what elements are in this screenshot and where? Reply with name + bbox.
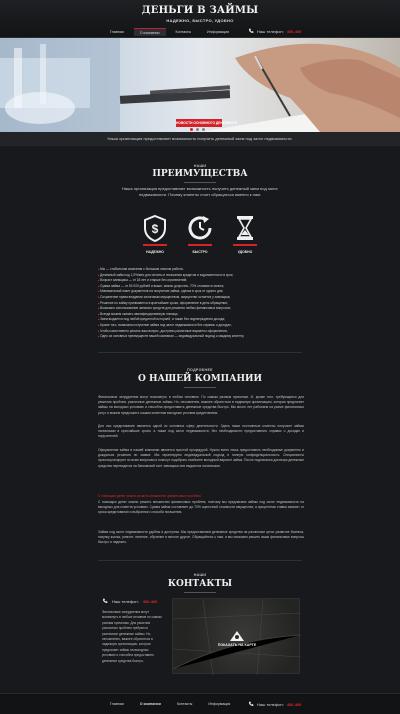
site-title[interactable]: ДЕНЬГИ В ЗАЙМЫ [0, 5, 400, 16]
section-divider [98, 352, 302, 353]
nav-contacts[interactable]: Контакты [170, 28, 198, 36]
site-tagline: НАДЕЖНО, БЫСТРО, УДОБНО [166, 18, 234, 23]
section-divider [184, 182, 216, 183]
accent-bar [233, 244, 257, 246]
footer-nav-info[interactable]: Информация [202, 700, 236, 708]
phone-number[interactable]: 400-400 [287, 702, 302, 707]
footer-nav: Главная О компании Контакты Информация [104, 700, 236, 708]
contacts-kicker: НАШИ [193, 573, 207, 577]
main-nav: Главная О компании Контакты Информация [104, 28, 235, 37]
section-divider [184, 592, 216, 593]
footer-nav-home[interactable]: Главная [104, 700, 130, 708]
footer-nav-contacts[interactable]: Контакты [171, 700, 199, 708]
contacts-phone: Наш телефон: 400-400 [102, 598, 157, 604]
phone-icon [103, 598, 108, 603]
site-footer: Главная О компании Контакты Информация Н… [0, 693, 400, 714]
about-paragraph: Финансовые затруднения могут возникнуть … [98, 395, 304, 415]
advantages-title: ПРЕИМУЩЕСТВА [152, 169, 248, 179]
header-phone: Наш телефон: 400-400 [248, 28, 301, 34]
about-paragraph: Для нас кредитование является одной из о… [98, 424, 304, 439]
section-divider [184, 387, 216, 388]
footer-nav-about[interactable]: О компании [134, 700, 167, 708]
about-paragraph: Оформление займа в нашей компании являет… [98, 448, 304, 468]
about-title: О НАШЕЙ КОМПАНИИ [137, 374, 263, 384]
about-paragraph: С помощью денег можно решить множество ф… [98, 500, 304, 515]
show-on-map-label: ПОКАЗАТЬ НА КАРТЕ [217, 643, 257, 647]
phone-label: Наш телефон: [257, 28, 284, 34]
hero-caption: Наша организация предоставляет возможнос… [0, 132, 400, 146]
about-paragraph: Займы под залог недвижимости удобны и до… [98, 530, 304, 545]
contacts-title: КОНТАКТЫ [167, 579, 233, 589]
list-item: Одно из основных преимуществ нашей компа… [98, 334, 318, 340]
map-widget[interactable]: ПОКАЗАТЬ НА КАРТЕ [172, 598, 301, 675]
advantage-label: БЫСТРО [192, 250, 208, 254]
svg-text:$: $ [152, 222, 159, 236]
hourglass-icon [237, 216, 253, 240]
advantages-lead: Наша организация предоставляет возможнос… [122, 186, 278, 197]
phone-number[interactable]: 400-400 [143, 599, 158, 604]
footer-phone: Наш телефон: 400-400 [248, 701, 301, 707]
slider-dots [190, 128, 205, 131]
advantage-fast: БЫСТРО [180, 213, 220, 254]
clock-arrow-icon [188, 216, 212, 240]
about-paragraph-highlight: С помощью денег можно решить множество ф… [98, 494, 304, 499]
money-shield-icon: $ [144, 214, 166, 243]
slider-dot[interactable] [202, 128, 205, 131]
contacts-text: Финансовые затруднения могут возникнуть … [102, 610, 162, 663]
phone-number[interactable]: 400-400 [287, 29, 302, 34]
advantage-label: НАДЕЖНО [146, 250, 164, 254]
hero-cta-button[interactable]: НОВОСТИ ОСНОВНОГО ДЕНЕЖНОГО [176, 119, 237, 127]
accent-bar [143, 244, 167, 246]
about-kicker: ПОДРОБНЕЕ [187, 368, 213, 372]
hero-slider: НОВОСТИ ОСНОВНОГО ДЕНЕЖНОГО [0, 38, 400, 132]
slider-dot[interactable] [190, 128, 193, 131]
accent-bar [188, 244, 212, 246]
phone-label: Наш телефон: [257, 701, 284, 707]
slider-dot[interactable] [196, 128, 199, 131]
phone-icon [249, 28, 254, 33]
show-on-map-button[interactable]: ПОКАЗАТЬ НА КАРТЕ [217, 631, 257, 647]
nav-info[interactable]: Информация [201, 28, 235, 36]
advantage-reliable: $ НАДЕЖНО [135, 213, 175, 254]
hero-photo [0, 38, 400, 132]
advantages-list: Мы — стабильная компания с большим опыто… [98, 267, 318, 340]
highlight-text: С помощью денег можно решить множество ф… [98, 494, 202, 498]
section-divider [98, 560, 302, 561]
phone-label: Наш телефон: [112, 598, 139, 604]
advantages-kicker: НАШИ [193, 164, 207, 168]
phone-icon [249, 701, 254, 706]
advantage-convenient: УДОБНО [225, 213, 265, 254]
advantage-label: УДОБНО [237, 250, 253, 254]
map-pin-icon [230, 631, 244, 641]
site-header: ДЕНЬГИ В ЗАЙМЫ НАДЕЖНО, БЫСТРО, УДОБНО Г… [0, 0, 400, 38]
nav-home[interactable]: Главная [104, 28, 130, 36]
nav-about[interactable]: О компании [133, 28, 166, 36]
